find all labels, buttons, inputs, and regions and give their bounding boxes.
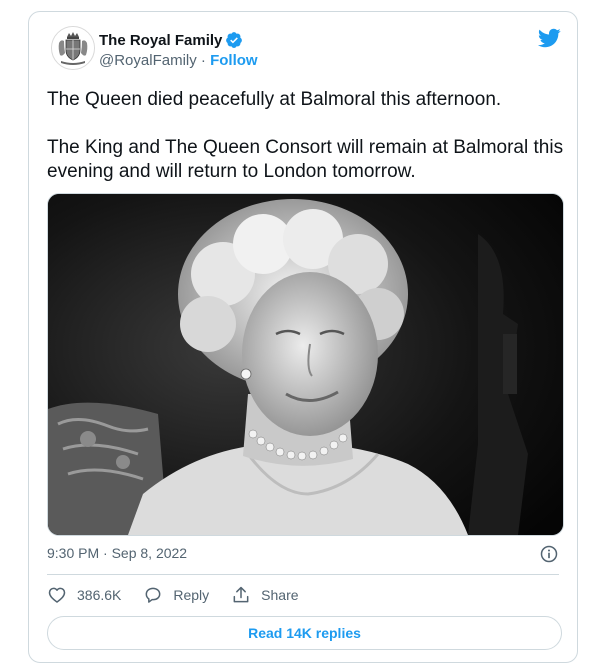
tweet-photo[interactable] <box>47 193 564 536</box>
tweet-card: The Royal Family @RoyalFamily · Follow T… <box>28 11 578 663</box>
divider <box>47 574 559 575</box>
like-button[interactable]: 386.6K <box>47 585 121 605</box>
tweet-text: The Queen died peacefully at Balmoral th… <box>47 88 567 184</box>
action-bar: 386.6K Reply Share <box>47 585 321 605</box>
reply-icon <box>145 587 161 603</box>
separator-dot: · <box>200 52 211 69</box>
tweet-paragraph: The Queen died peacefully at Balmoral th… <box>47 89 502 110</box>
tweet-timestamp[interactable]: 9:30 PM · Sep 8, 2022 <box>47 545 187 561</box>
like-count: 386.6K <box>77 587 122 603</box>
share-icon <box>233 586 249 603</box>
heart-icon <box>48 587 66 603</box>
reply-label: Reply <box>173 587 210 603</box>
info-icon[interactable] <box>539 544 559 564</box>
share-label: Share <box>261 587 299 603</box>
read-replies-button[interactable]: Read 14K replies <box>47 616 562 650</box>
account-name-row: The Royal Family <box>99 31 243 49</box>
share-button[interactable]: Share <box>231 585 299 605</box>
tweet-paragraph: The King and The Queen Consort will rema… <box>47 137 564 182</box>
display-name[interactable]: The Royal Family <box>99 32 222 49</box>
follow-button[interactable]: Follow <box>210 52 258 69</box>
account-handle[interactable]: @RoyalFamily <box>99 52 197 69</box>
twitter-bird-icon[interactable] <box>537 26 561 50</box>
handle-row: @RoyalFamily · Follow <box>99 52 258 69</box>
reply-button[interactable]: Reply <box>143 585 209 605</box>
royal-crest-icon[interactable] <box>51 26 95 70</box>
verified-badge-icon <box>226 32 243 48</box>
